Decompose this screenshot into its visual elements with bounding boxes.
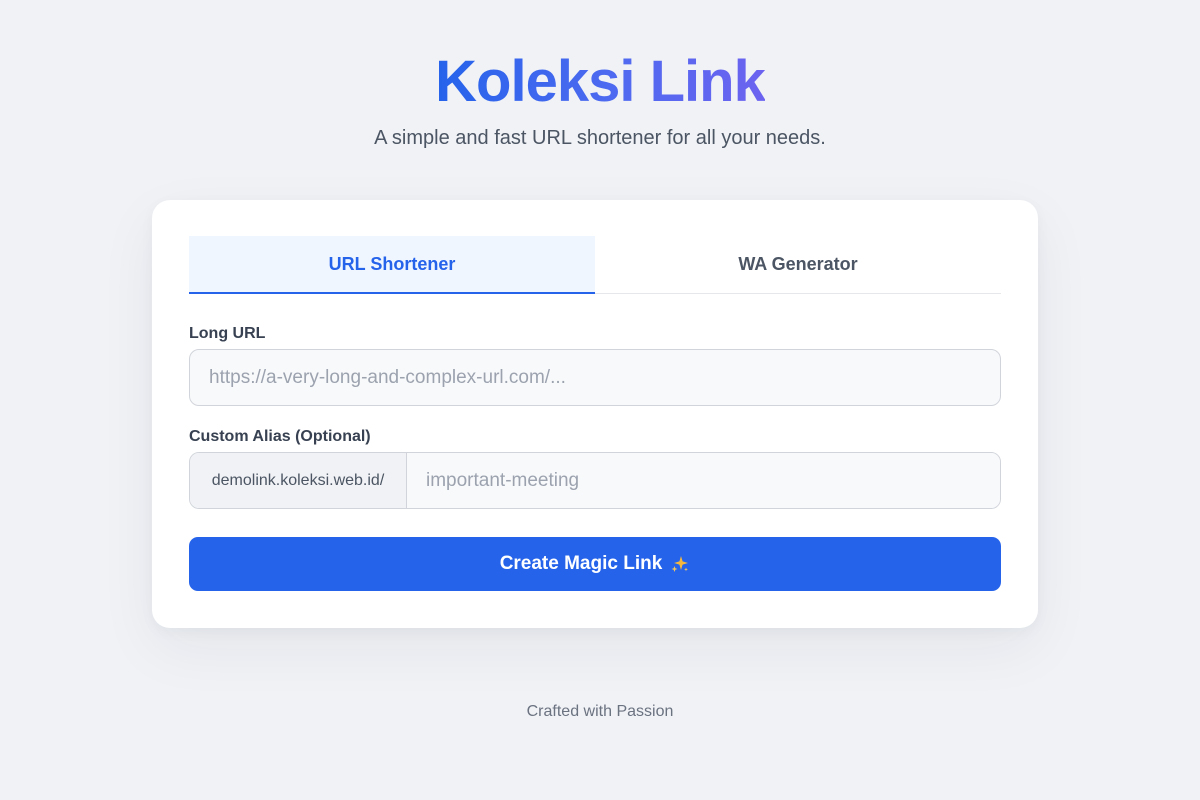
alias-domain-prefix: demolink.koleksi.web.id/ (190, 453, 407, 508)
app-title: Koleksi Link (0, 46, 1200, 118)
custom-alias-group: demolink.koleksi.web.id/ (189, 452, 1001, 509)
app-title-text: Koleksi Link (435, 49, 766, 114)
custom-alias-label: Custom Alias (Optional) (189, 428, 371, 445)
footer-credit: Crafted with Passion (526, 703, 674, 720)
tab-bar: URL Shortener WA Generator (189, 236, 1001, 294)
create-magic-link-button[interactable]: Create Magic Link (189, 537, 1001, 591)
custom-alias-input[interactable] (407, 453, 1000, 508)
shortener-card: URL Shortener WA Generator Long URL Cust… (152, 200, 1038, 628)
sparkles-icon (671, 556, 689, 572)
tab-wa-generator[interactable]: WA Generator (595, 236, 1001, 293)
app-subtitle: A simple and fast URL shortener for all … (374, 127, 826, 149)
tab-url-shortener[interactable]: URL Shortener (189, 236, 595, 294)
page: Koleksi Link A simple and fast URL short… (0, 0, 1200, 800)
long-url-label: Long URL (189, 325, 266, 342)
create-magic-link-label: Create Magic Link (499, 553, 663, 574)
long-url-input[interactable] (189, 349, 1001, 406)
